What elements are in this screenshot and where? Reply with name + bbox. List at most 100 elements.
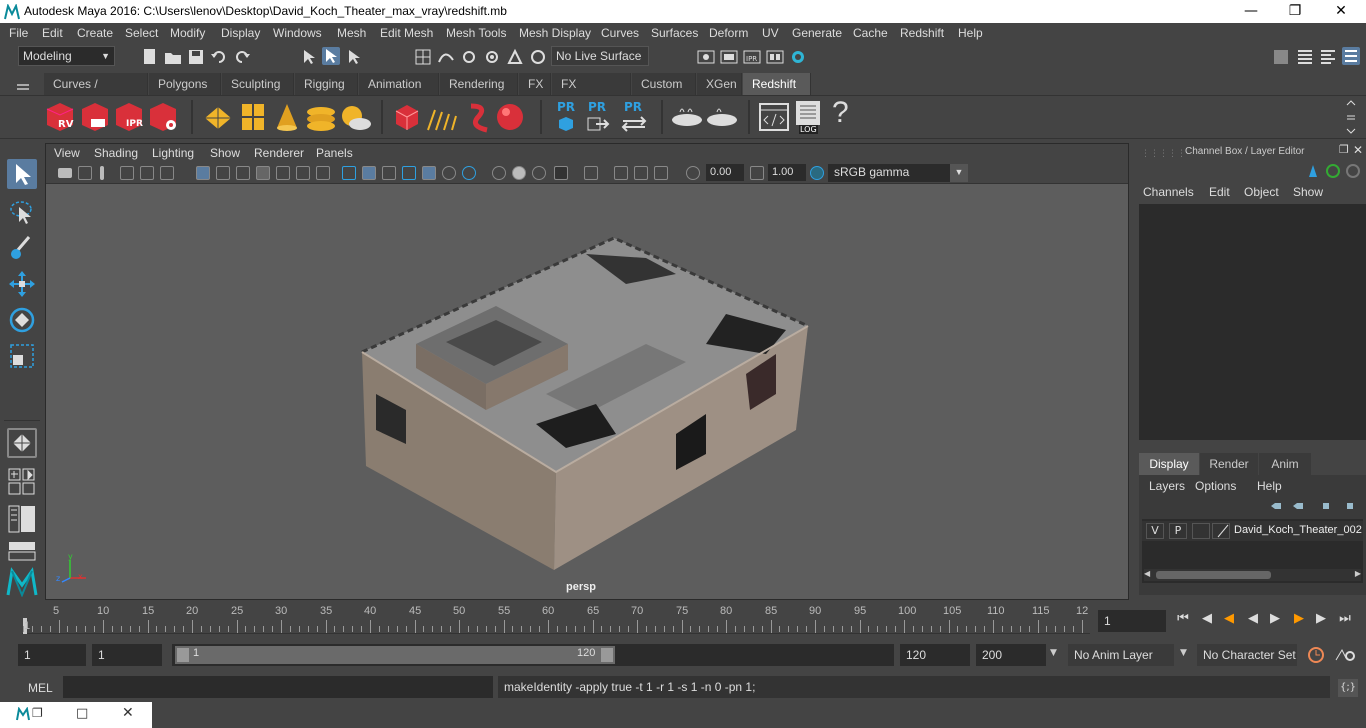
panel-grip[interactable]: ⋮⋮⋮⋮⋮ <box>1141 149 1186 159</box>
colorspace-select[interactable]: sRGB gamma ▼ <box>828 164 968 182</box>
spot-light-icon[interactable] <box>273 102 301 132</box>
menu-edit-mesh[interactable]: Edit Mesh <box>380 26 433 40</box>
xray-joints-icon[interactable] <box>614 166 628 180</box>
safe-action-icon[interactable] <box>296 166 310 180</box>
step-forward-frame-icon[interactable]: ▶ <box>1292 612 1306 626</box>
select-object-icon[interactable] <box>322 47 340 65</box>
paint-select-tool[interactable] <box>7 233 37 263</box>
auto-key-icon[interactable] <box>1306 646 1326 664</box>
textured-icon[interactable] <box>402 166 416 180</box>
script-editor-code-icon[interactable] <box>758 102 790 132</box>
menu-generate[interactable]: Generate <box>792 26 842 40</box>
maya-home-button[interactable] <box>6 567 38 598</box>
tab-rendering[interactable]: Rendering <box>440 73 518 95</box>
anim-layer-field[interactable]: No Anim Layer <box>1068 644 1174 666</box>
tab-anim[interactable]: Anim <box>1259 453 1311 475</box>
play-backward-icon[interactable]: ◀ <box>1246 612 1260 626</box>
bake-textures-pot-icon[interactable] <box>670 104 704 130</box>
new-scene-icon[interactable] <box>141 48 159 66</box>
layer-playback-toggle[interactable]: P <box>1169 523 1187 539</box>
chevron-down-icon[interactable]: ▼ <box>1050 648 1057 658</box>
mel-label[interactable]: MEL <box>28 681 53 695</box>
mel-input[interactable] <box>63 676 493 698</box>
ambient-occlusion-icon[interactable] <box>462 166 476 180</box>
save-scene-icon[interactable] <box>187 48 205 66</box>
maya-taskbar-icon[interactable] <box>16 707 30 721</box>
attribute-editor-icon[interactable] <box>1296 48 1314 66</box>
menu-surfaces[interactable]: Surfaces <box>651 26 698 40</box>
close-window-icon[interactable]: ✕ <box>122 705 134 721</box>
rotate-tool[interactable] <box>7 305 37 335</box>
vp-menu-show[interactable]: Show <box>210 146 240 160</box>
script-editor-icon[interactable]: {;} <box>1338 679 1358 697</box>
hypershade-icon[interactable] <box>789 48 807 66</box>
channel-box-toggle-icon[interactable] <box>1342 47 1360 65</box>
shelf-scroll-icon[interactable] <box>1344 98 1358 136</box>
xray-icon[interactable] <box>584 166 598 180</box>
smooth-shade-icon[interactable] <box>362 166 376 180</box>
menu-windows[interactable]: Windows <box>273 26 322 40</box>
hud-icon[interactable] <box>654 166 668 180</box>
menu-mesh[interactable]: Mesh <box>337 26 366 40</box>
layer-action-icons[interactable] <box>1269 499 1364 513</box>
go-to-start-icon[interactable]: ⏮ <box>1176 612 1190 626</box>
scale-tool[interactable] <box>7 341 37 371</box>
tab-polygons[interactable]: Polygons <box>149 73 221 95</box>
range-start-grip[interactable] <box>177 648 189 662</box>
tab-xgen[interactable]: XGen <box>697 73 742 95</box>
use-all-lights-icon[interactable] <box>422 166 436 180</box>
select-component-icon[interactable] <box>345 48 363 66</box>
snap-surface-icon[interactable] <box>506 48 524 66</box>
redshift-log-button[interactable]: LOG <box>794 100 824 136</box>
image-plane-icon[interactable] <box>120 166 134 180</box>
cb-menu-channels[interactable]: Channels <box>1143 185 1194 199</box>
step-forward-key-icon[interactable]: ▶ <box>1314 612 1328 626</box>
menu-create[interactable]: Create <box>77 26 113 40</box>
ipr-render-icon[interactable]: IPR <box>743 48 761 66</box>
go-to-end-icon[interactable]: ⏭ <box>1338 612 1352 626</box>
scroll-right-icon[interactable]: ▶ <box>1355 569 1361 578</box>
isolate-select-icon[interactable] <box>554 166 568 180</box>
depth-of-field-icon[interactable] <box>532 166 546 180</box>
undo-icon[interactable] <box>210 48 228 66</box>
tab-render[interactable]: Render <box>1200 453 1258 475</box>
playback-end-field[interactable]: 120 <box>900 644 970 666</box>
minimize-button[interactable]: — <box>1228 0 1274 23</box>
layer-row[interactable]: V P David_Koch_Theater_002 <box>1142 521 1363 541</box>
four-view-layout[interactable] <box>8 468 36 496</box>
layer-visibility-toggle[interactable]: V <box>1146 523 1164 539</box>
restore-window-icon[interactable]: ❐ <box>32 706 43 720</box>
menu-uv[interactable]: UV <box>762 26 779 40</box>
render-current-frame-icon[interactable] <box>720 48 738 66</box>
gamma-field[interactable]: 1.00 <box>768 164 806 181</box>
layer-display-type[interactable] <box>1192 523 1210 539</box>
live-surface-field[interactable]: No Live Surface <box>551 46 649 66</box>
select-tool[interactable] <box>7 159 37 189</box>
layer-menu-help[interactable]: Help <box>1257 479 1282 493</box>
close-panel-icon[interactable]: ✕ <box>1353 143 1363 157</box>
field-chart-icon[interactable] <box>276 166 290 180</box>
exposure-field[interactable]: 0.00 <box>706 164 744 181</box>
current-frame-field[interactable]: 1 <box>1098 610 1166 632</box>
select-hierarchy-icon[interactable] <box>300 48 318 66</box>
menu-help[interactable]: Help <box>958 26 983 40</box>
snap-view-plane-icon[interactable] <box>483 48 501 66</box>
redshift-proxy-icon[interactable] <box>463 102 493 134</box>
perspective-viewport[interactable]: View Shading Lighting Show Renderer Pane… <box>45 143 1129 600</box>
menu-redshift[interactable]: Redshift <box>900 26 944 40</box>
scroll-left-icon[interactable]: ◀ <box>1144 569 1150 578</box>
render-sequence-button[interactable] <box>79 101 111 133</box>
menu-deform[interactable]: Deform <box>709 26 748 40</box>
single-perspective-layout[interactable] <box>7 428 37 458</box>
render-view-icon[interactable] <box>766 48 784 66</box>
gamma-icon[interactable] <box>750 166 764 180</box>
tab-display[interactable]: Display <box>1139 453 1199 475</box>
float-panel-icon[interactable]: ❐ <box>1339 143 1349 156</box>
step-back-frame-icon[interactable]: ◀ <box>1222 612 1236 626</box>
portal-light-icon[interactable] <box>240 102 266 132</box>
grid-display-icon[interactable] <box>196 166 210 180</box>
film-gate-display-icon[interactable] <box>216 166 230 180</box>
layer-menu-layers[interactable]: Layers <box>1149 479 1185 493</box>
layer-hscrollbar[interactable]: ◀ ▶ <box>1144 569 1361 581</box>
range-end-grip[interactable] <box>601 648 613 662</box>
